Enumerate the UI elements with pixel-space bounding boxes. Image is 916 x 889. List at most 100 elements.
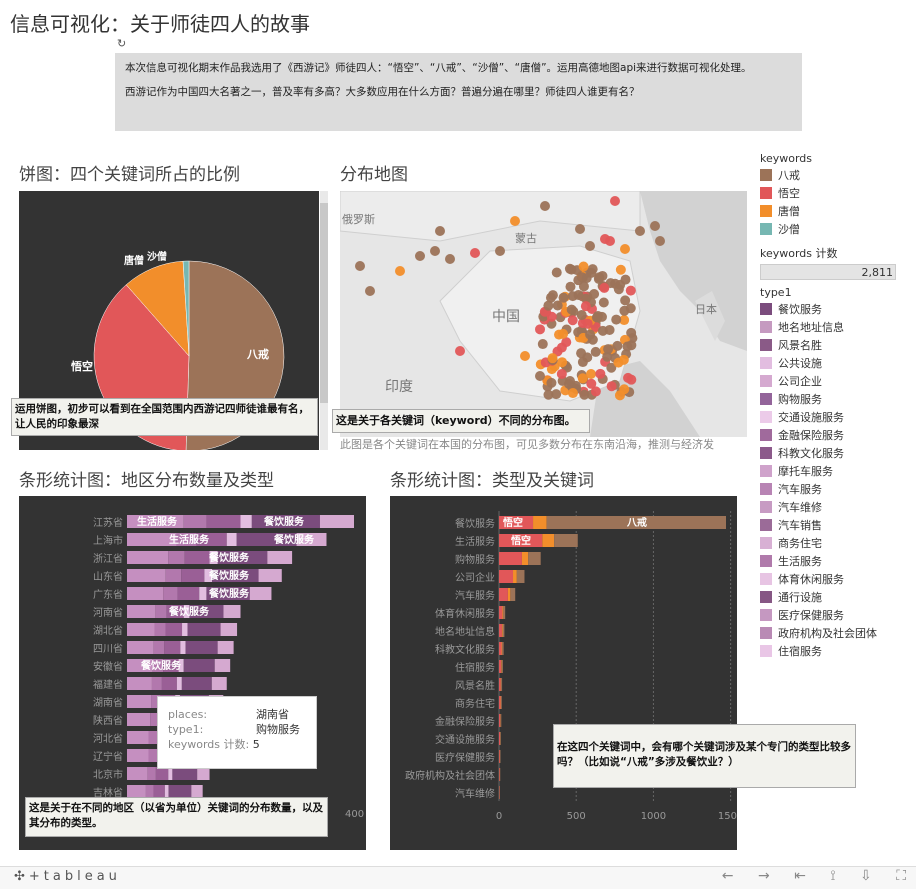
type-legend-item[interactable]: 餐饮服务 [760, 301, 910, 319]
type-legend-item[interactable]: 生活服务 [760, 553, 910, 571]
map-point[interactable] [567, 291, 578, 302]
map-point[interactable] [546, 377, 557, 388]
map-point[interactable] [604, 324, 615, 335]
map-point[interactable] [566, 304, 577, 315]
region-bar-segment[interactable] [127, 713, 151, 726]
type-legend-item[interactable]: 摩托车服务 [760, 463, 910, 481]
type-legend-item[interactable]: 交通设施服务 [760, 409, 910, 427]
type-bar-segment[interactable] [499, 642, 502, 655]
map-canvas[interactable] [340, 191, 747, 437]
map-point[interactable] [615, 264, 626, 275]
type-bar-segment[interactable] [499, 732, 501, 745]
map-point[interactable] [589, 289, 600, 300]
type-legend-item[interactable]: 汽车服务 [760, 481, 910, 499]
region-bar-segment[interactable] [155, 605, 167, 618]
map-point[interactable] [613, 284, 624, 295]
map-point[interactable] [579, 389, 590, 400]
type-legend-item[interactable]: 地名地址信息 [760, 319, 910, 337]
type-bar-segment[interactable] [513, 570, 517, 583]
region-bar-segment[interactable] [176, 677, 182, 690]
region-bar-segment[interactable] [127, 551, 169, 564]
type-chart-panel[interactable]: 0 500 1000 1500 餐饮服务生活服务购物服务公司企业汽车服务体育休闲服务地名… [390, 496, 737, 850]
region-bar-segment[interactable] [183, 515, 207, 528]
region-bar-segment[interactable] [258, 569, 282, 582]
type-bar-segment[interactable] [499, 660, 502, 673]
map-point[interactable] [611, 314, 622, 325]
type-legend-item[interactable]: 公共设施 [760, 355, 910, 373]
map-point[interactable] [535, 371, 545, 381]
keyword-legend-item[interactable]: 沙僧 [760, 221, 910, 239]
type-bar-segment[interactable] [510, 588, 516, 601]
region-bar-segment[interactable] [147, 767, 156, 780]
map-point[interactable] [635, 226, 645, 236]
region-bar-segment[interactable] [127, 569, 166, 582]
type-bar-segment[interactable] [501, 642, 503, 655]
region-bar-segment[interactable] [319, 515, 354, 528]
region-bar-segment[interactable] [127, 677, 152, 690]
region-bar-segment[interactable] [185, 641, 218, 654]
share-icon[interactable]: ⟟ [830, 868, 835, 884]
type-bar-segment[interactable] [516, 570, 525, 583]
type-bar-segment[interactable] [501, 660, 502, 673]
type-legend-item[interactable]: 公司企业 [760, 373, 910, 391]
type-legend-item[interactable]: 汽车销售 [760, 517, 910, 535]
map-point[interactable] [415, 251, 425, 261]
map-point[interactable] [593, 273, 604, 284]
map-point[interactable] [558, 328, 569, 339]
type-bar-segment[interactable] [554, 534, 578, 547]
map-point[interactable] [445, 254, 455, 264]
map-point[interactable] [565, 376, 575, 386]
region-bar-segment[interactable] [187, 623, 221, 636]
region-bar-segment[interactable] [181, 677, 212, 690]
region-bar-segment[interactable] [148, 749, 158, 762]
region-bar-segment[interactable] [127, 731, 149, 744]
region-bar-segment[interactable] [181, 569, 205, 582]
map-point[interactable] [603, 344, 614, 355]
map-point[interactable] [395, 266, 405, 276]
map-point[interactable] [495, 246, 505, 256]
map-point[interactable] [626, 340, 637, 351]
map-point[interactable] [435, 226, 445, 236]
type-bar-segment[interactable] [501, 624, 503, 637]
tableau-logo[interactable]: ✣+tableau [14, 869, 121, 884]
region-bar-segment[interactable] [240, 515, 252, 528]
map-point[interactable] [585, 241, 595, 251]
region-bar-segment[interactable] [206, 515, 241, 528]
region-bar-segment[interactable] [165, 569, 182, 582]
region-bar-segment[interactable] [154, 623, 166, 636]
type-bar-segment[interactable] [528, 552, 541, 565]
type-bar-segment[interactable] [499, 696, 501, 709]
region-bar-segment[interactable] [127, 587, 164, 600]
map-point[interactable] [547, 290, 558, 301]
type-bar-segment[interactable] [499, 714, 501, 727]
map-point[interactable] [557, 357, 568, 368]
map-point[interactable] [590, 386, 601, 397]
type-bar-segment[interactable] [502, 624, 505, 637]
map-point[interactable] [510, 216, 520, 226]
region-bar-segment[interactable] [148, 731, 158, 744]
map-point[interactable] [606, 381, 617, 392]
type-legend-item[interactable]: 体育休闲服务 [760, 571, 910, 589]
region-bar-segment[interactable] [168, 551, 185, 564]
region-bar-segment[interactable] [163, 587, 178, 600]
type-bar-segment[interactable] [499, 552, 522, 565]
type-bar-segment[interactable] [499, 588, 508, 601]
map-point[interactable] [610, 196, 620, 206]
type-bar-segment[interactable] [542, 534, 555, 547]
region-bar-segment[interactable] [127, 623, 155, 636]
type-legend-item[interactable]: 购物服务 [760, 391, 910, 409]
map-point[interactable] [650, 221, 660, 231]
map-point[interactable] [365, 286, 375, 296]
type-legend-item[interactable]: 商务住宅 [760, 535, 910, 553]
map-point[interactable] [576, 348, 587, 359]
map-point[interactable] [582, 318, 593, 329]
refresh-icon[interactable]: ↻ [117, 37, 126, 50]
map-point[interactable] [455, 346, 465, 356]
map-point[interactable] [578, 261, 589, 272]
map-point[interactable] [599, 282, 610, 293]
map-point[interactable] [655, 236, 665, 246]
map-point[interactable] [620, 274, 631, 285]
type-legend-item[interactable]: 通行设施 [760, 589, 910, 607]
type-bar-segment[interactable] [499, 570, 514, 583]
map-point[interactable] [592, 310, 603, 321]
